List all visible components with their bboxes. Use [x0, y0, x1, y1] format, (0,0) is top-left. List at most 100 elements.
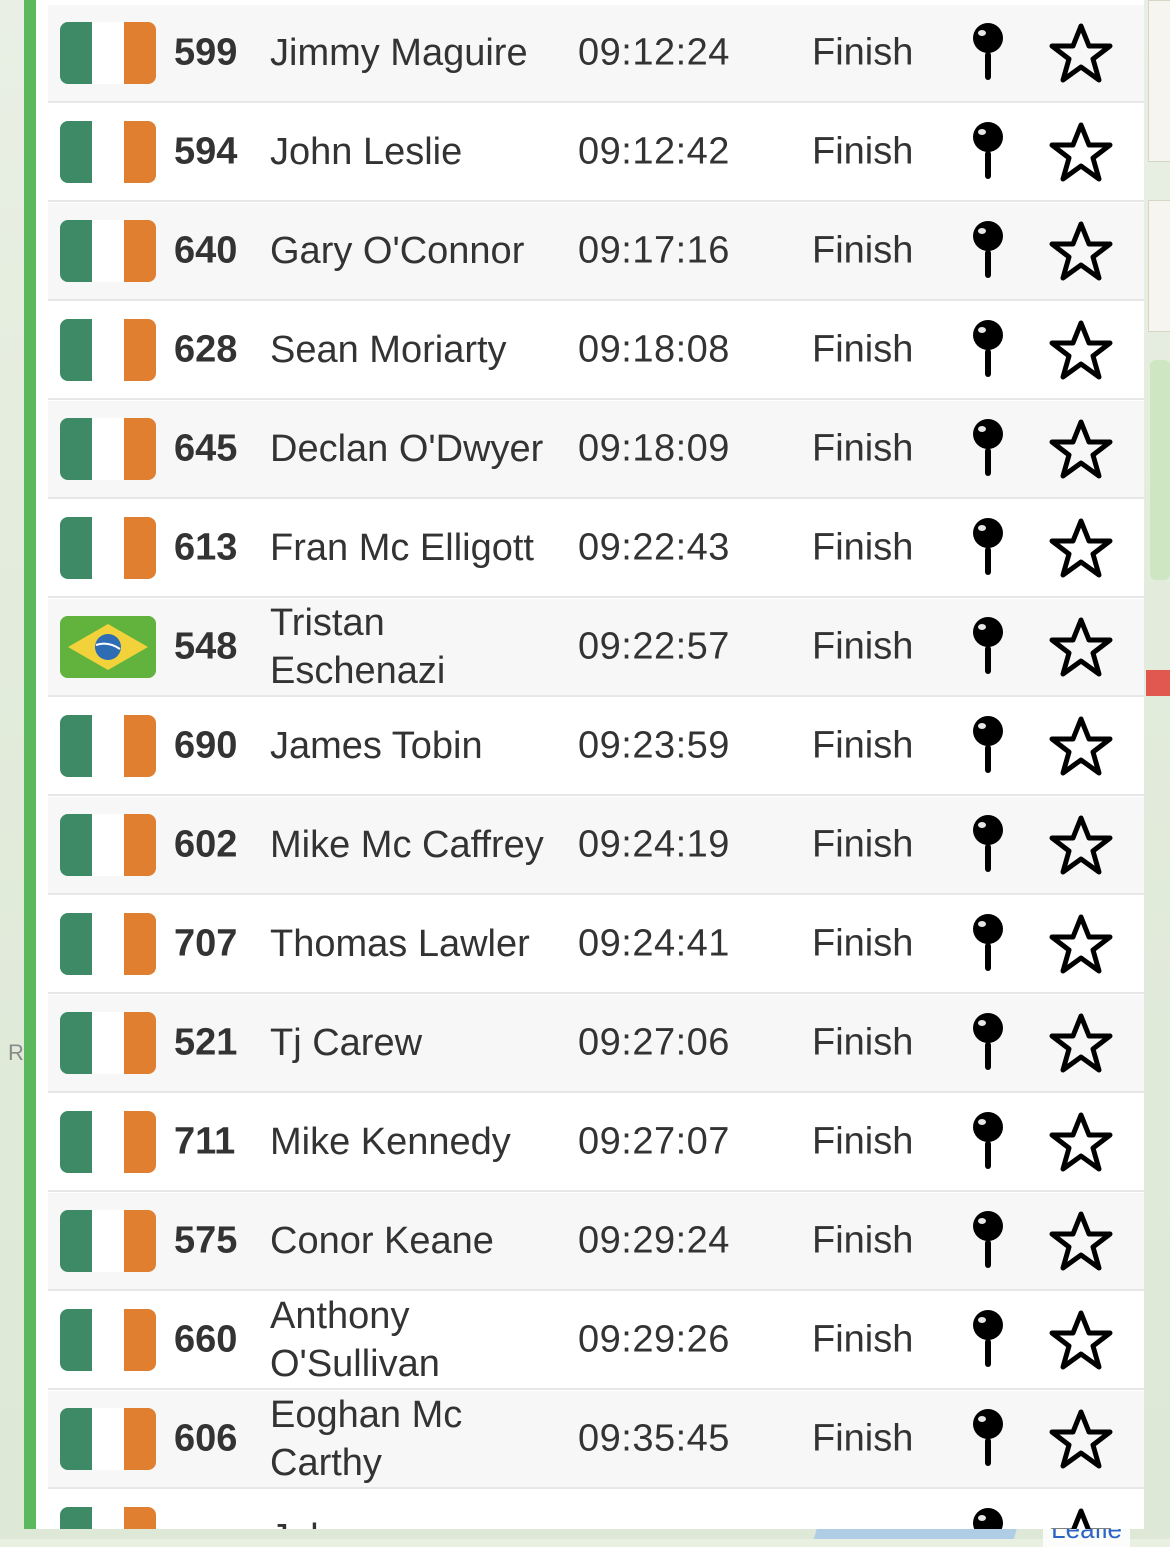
finish-time: 09:22:43 — [578, 526, 730, 569]
ireland-flag-icon — [60, 121, 156, 183]
result-row[interactable]: 613 Fran Mc Elligott 09:22:43 Finish — [48, 500, 1144, 598]
ireland-flag-icon — [60, 517, 156, 579]
ireland-flag-icon — [60, 715, 156, 777]
star-outline-icon[interactable] — [1048, 814, 1114, 876]
finish-time: 09:27:06 — [578, 1021, 730, 1064]
ireland-flag-icon — [60, 220, 156, 282]
star-outline-icon[interactable] — [1048, 715, 1114, 777]
star-outline-icon[interactable] — [1048, 1111, 1114, 1173]
map-pin-icon[interactable] — [968, 1012, 1008, 1074]
result-row[interactable]: 594 John Leslie 09:12:42 Finish — [48, 104, 1144, 202]
status-label: Finish — [812, 625, 914, 668]
map-pin-icon[interactable] — [968, 913, 1008, 975]
runner-name: Declan O'Dwyer — [270, 428, 544, 470]
star-outline-icon[interactable] — [1048, 1408, 1114, 1470]
star-outline-icon[interactable] — [1048, 616, 1114, 678]
map-pin-icon[interactable] — [968, 418, 1008, 480]
runner-name: Jimmy Maguire — [270, 32, 528, 74]
status-label: Finish — [812, 922, 914, 965]
brazil-flag-icon — [60, 616, 156, 678]
result-row[interactable]: 645 Declan O'Dwyer 09:18:09 Finish — [48, 401, 1144, 499]
runner-name: Tristan Eschenazi — [270, 602, 446, 692]
map-pin-icon[interactable] — [968, 1507, 1008, 1529]
result-row[interactable]: John — [48, 1490, 1144, 1529]
star-outline-icon[interactable] — [1048, 121, 1114, 183]
map-pin-icon[interactable] — [968, 22, 1008, 84]
runner-name: Mike Kennedy — [270, 1121, 511, 1163]
status-label: Finish — [812, 1021, 914, 1064]
star-outline-icon[interactable] — [1048, 1210, 1114, 1272]
bib-number: 628 — [174, 328, 238, 371]
status-label: Finish — [812, 427, 914, 470]
ireland-flag-icon — [60, 1408, 156, 1470]
result-row[interactable]: 606 Eoghan Mc Carthy 09:35:45 Finish — [48, 1391, 1144, 1489]
map-pin-icon[interactable] — [968, 1408, 1008, 1470]
map-road-highlight — [1146, 670, 1170, 696]
bib-number: 690 — [174, 724, 238, 767]
map-pin-icon[interactable] — [968, 1309, 1008, 1371]
map-label: R — [8, 1040, 24, 1065]
finish-time: 09:29:26 — [578, 1318, 730, 1361]
map-pin-icon[interactable] — [968, 121, 1008, 183]
map-road — [1148, 0, 1170, 162]
map-pin-icon[interactable] — [968, 616, 1008, 678]
map-pin-icon[interactable] — [968, 1111, 1008, 1173]
map-park — [1150, 360, 1170, 580]
result-row[interactable]: 628 Sean Moriarty 09:18:08 Finish — [48, 302, 1144, 400]
bib-number: 521 — [174, 1021, 238, 1064]
ireland-flag-icon — [60, 418, 156, 480]
star-outline-icon[interactable] — [1048, 220, 1114, 282]
results-panel: 599 Jimmy Maguire 09:12:24 Finish 594 John Le… — [24, 0, 1144, 1529]
star-outline-icon[interactable] — [1048, 1012, 1114, 1074]
result-row[interactable]: 711 Mike Kennedy 09:27:07 Finish — [48, 1094, 1144, 1192]
star-outline-icon[interactable] — [1048, 418, 1114, 480]
map-pin-icon[interactable] — [968, 1210, 1008, 1272]
star-outline-icon[interactable] — [1048, 517, 1114, 579]
bib-number: 548 — [174, 625, 238, 668]
map-pin-icon[interactable] — [968, 715, 1008, 777]
map-road — [1148, 200, 1170, 332]
map-pin-icon[interactable] — [968, 220, 1008, 282]
result-row[interactable]: 599 Jimmy Maguire 09:12:24 Finish — [48, 5, 1144, 103]
finish-time: 09:35:45 — [578, 1417, 730, 1460]
star-outline-icon[interactable] — [1048, 1309, 1114, 1371]
ireland-flag-icon — [60, 814, 156, 876]
result-row[interactable]: 548 Tristan Eschenazi 09:22:57 Finish — [48, 599, 1144, 697]
runner-name: James Tobin — [270, 725, 483, 767]
finish-time: 09:29:24 — [578, 1219, 730, 1262]
bib-number: 660 — [174, 1318, 238, 1361]
result-row[interactable]: 521 Tj Carew 09:27:06 Finish — [48, 995, 1144, 1093]
star-outline-icon[interactable] — [1048, 22, 1114, 84]
runner-name: Tj Carew — [270, 1022, 423, 1064]
status-label: Finish — [812, 1120, 914, 1163]
result-row[interactable]: 640 Gary O'Connor 09:17:16 Finish — [48, 203, 1144, 301]
finish-time: 09:12:42 — [578, 130, 730, 173]
result-row[interactable]: 707 Thomas Lawler 09:24:41 Finish — [48, 896, 1144, 994]
status-label: Finish — [812, 229, 914, 272]
bib-number: 640 — [174, 229, 238, 272]
status-label: Finish — [812, 31, 914, 74]
bib-number: 707 — [174, 922, 238, 965]
star-outline-icon[interactable] — [1048, 319, 1114, 381]
runner-name: John — [270, 1514, 560, 1529]
map-pin-icon[interactable] — [968, 814, 1008, 876]
star-outline-icon[interactable] — [1048, 913, 1114, 975]
result-row[interactable]: 602 Mike Mc Caffrey 09:24:19 Finish — [48, 797, 1144, 895]
ireland-flag-icon — [60, 1210, 156, 1272]
finish-time: 09:22:57 — [578, 625, 730, 668]
status-label: Finish — [812, 724, 914, 767]
result-row[interactable]: 690 James Tobin 09:23:59 Finish — [48, 698, 1144, 796]
runner-name: Conor Keane — [270, 1220, 494, 1262]
bib-number: 602 — [174, 823, 238, 866]
map-pin-icon[interactable] — [968, 319, 1008, 381]
map-pin-icon[interactable] — [968, 517, 1008, 579]
ireland-flag-icon — [60, 1309, 156, 1371]
finish-time: 09:18:08 — [578, 328, 730, 371]
result-row[interactable]: 575 Conor Keane 09:29:24 Finish — [48, 1193, 1144, 1291]
star-outline-icon[interactable] — [1048, 1507, 1114, 1529]
result-row[interactable]: 660 Anthony O'Sullivan 09:29:26 Finish — [48, 1292, 1144, 1390]
status-label: Finish — [812, 1417, 914, 1460]
runner-name: Sean Moriarty — [270, 329, 507, 371]
ireland-flag-icon — [60, 22, 156, 84]
finish-time: 09:24:41 — [578, 922, 730, 965]
